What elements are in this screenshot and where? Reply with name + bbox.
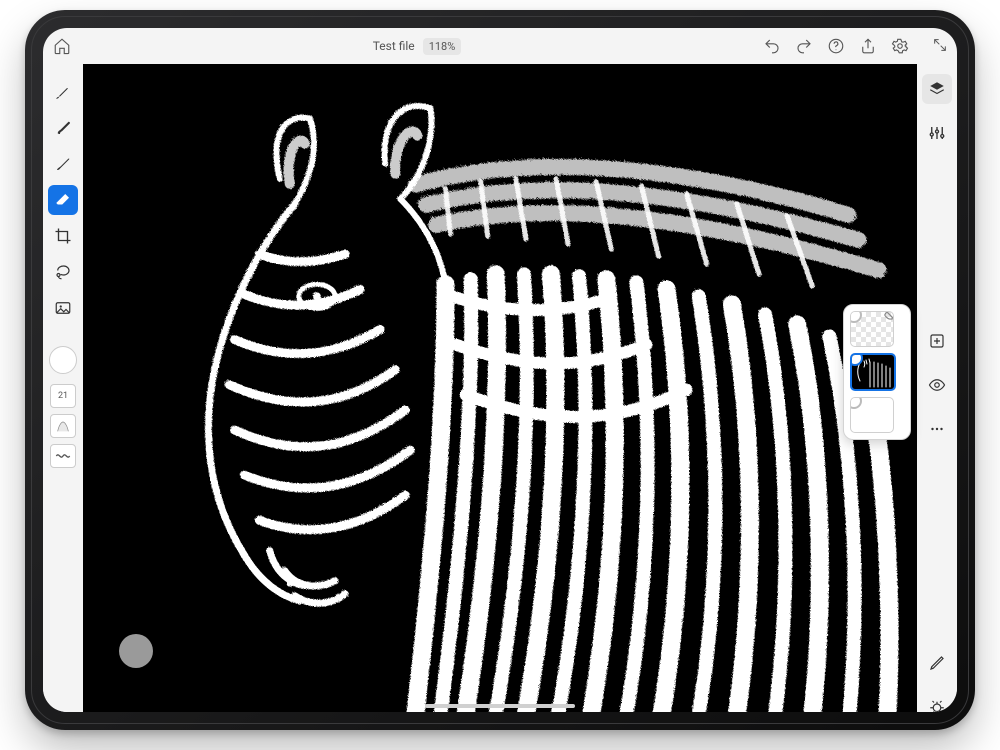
left-toolbar: 21 bbox=[43, 64, 84, 712]
home-icon[interactable] bbox=[53, 37, 71, 55]
color-swatch[interactable] bbox=[49, 346, 77, 374]
brush-shape-box[interactable] bbox=[50, 414, 76, 438]
visibility-off-icon[interactable] bbox=[883, 311, 894, 322]
share-icon[interactable] bbox=[859, 37, 877, 55]
smudge-tool[interactable] bbox=[48, 149, 78, 179]
layer-thumb-transparent[interactable] bbox=[850, 311, 894, 347]
top-bar: Test file 118% bbox=[43, 28, 957, 64]
brush-tool[interactable] bbox=[48, 77, 78, 107]
help-icon[interactable] bbox=[827, 37, 845, 55]
visibility-icon[interactable] bbox=[922, 370, 952, 400]
layer-thumb-background[interactable] bbox=[850, 397, 894, 433]
app-screen: Test file 118% bbox=[43, 28, 957, 712]
layer-badge-icon bbox=[850, 311, 862, 323]
undo-icon[interactable] bbox=[763, 37, 781, 55]
layers-icon[interactable] bbox=[922, 74, 952, 104]
settings-gear-icon[interactable] bbox=[891, 37, 909, 55]
ipad-frame: Test file 118% bbox=[25, 10, 975, 730]
crop-tool[interactable] bbox=[48, 221, 78, 251]
add-layer-icon[interactable] bbox=[922, 326, 952, 356]
layer-thumb-artwork[interactable] bbox=[850, 353, 896, 391]
pencil-icon[interactable] bbox=[922, 648, 952, 678]
redo-icon[interactable] bbox=[795, 37, 813, 55]
bug-icon[interactable] bbox=[922, 692, 952, 712]
zoom-level[interactable]: 118% bbox=[423, 38, 462, 55]
canvas-artwork bbox=[83, 64, 917, 712]
brush-flow-box[interactable] bbox=[50, 444, 76, 468]
touch-shortcut[interactable] bbox=[119, 634, 153, 668]
brush-size-box[interactable]: 21 bbox=[50, 384, 76, 408]
layers-panel bbox=[843, 304, 911, 440]
canvas[interactable] bbox=[83, 64, 917, 712]
home-indicator bbox=[425, 704, 575, 708]
adjustments-icon[interactable] bbox=[922, 118, 952, 148]
more-icon[interactable] bbox=[922, 414, 952, 444]
lasso-tool[interactable] bbox=[48, 257, 78, 287]
brush-size-value: 21 bbox=[58, 391, 68, 401]
right-toolbar bbox=[916, 64, 957, 712]
paint-tool[interactable] bbox=[48, 113, 78, 143]
image-tool[interactable] bbox=[48, 293, 78, 323]
layer-badge-icon bbox=[850, 397, 862, 409]
document-title: Test file bbox=[373, 39, 415, 53]
eraser-tool[interactable] bbox=[48, 185, 78, 215]
